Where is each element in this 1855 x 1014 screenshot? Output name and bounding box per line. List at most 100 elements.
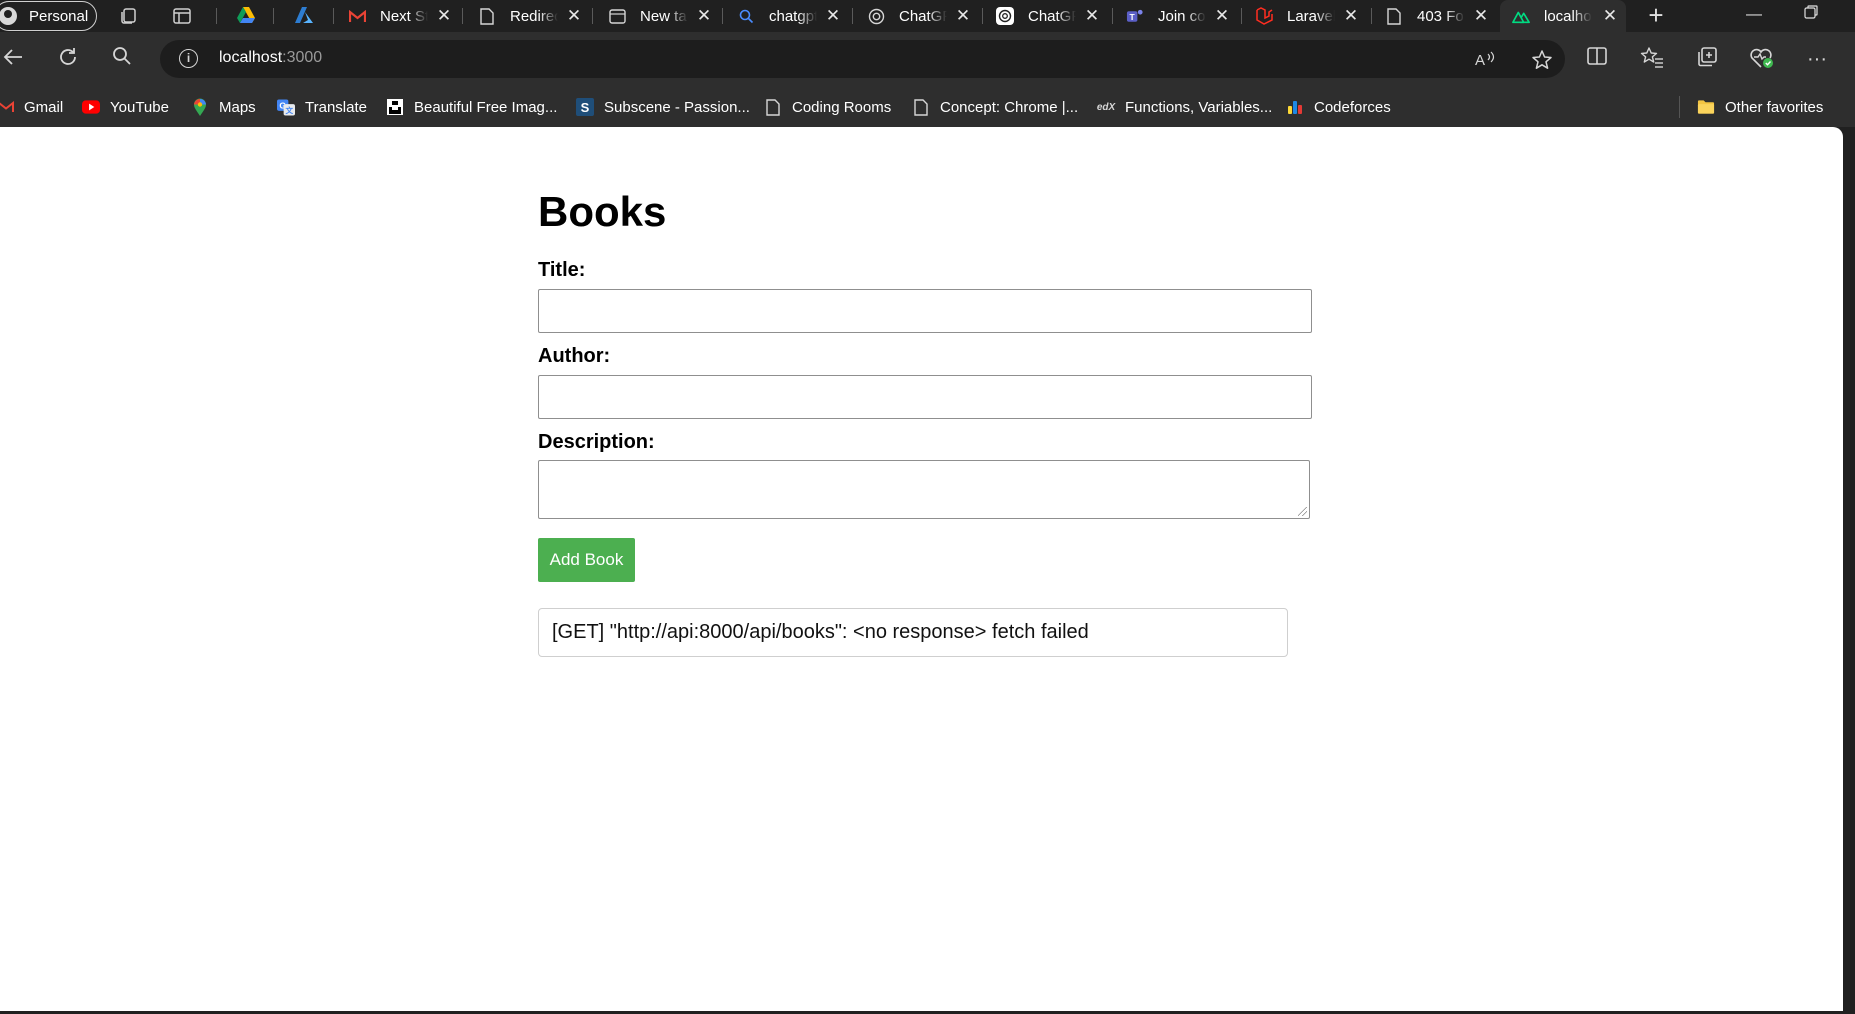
add-book-button[interactable]: Add Book	[538, 538, 635, 582]
favorite-label: Functions, Variables...	[1125, 98, 1273, 116]
favorite-codeforces[interactable]: Codeforces	[1286, 97, 1391, 117]
close-icon[interactable]: ✕	[1341, 6, 1361, 26]
tab-label: New ta	[640, 7, 687, 25]
collections-icon[interactable]	[1693, 46, 1721, 72]
chatgpt-icon	[867, 7, 885, 25]
favorite-functions-variables[interactable]: edX Functions, Variables...	[1097, 97, 1272, 117]
close-icon[interactable]: ✕	[434, 6, 454, 26]
favorite-label: Beautiful Free Imag...	[414, 98, 558, 116]
tab-separator	[592, 8, 593, 24]
new-tab-button[interactable]: +	[1643, 2, 1669, 28]
split-screen-icon[interactable]	[1583, 46, 1611, 72]
maps-icon	[191, 98, 209, 116]
tab-new-tab[interactable]: New ta ✕	[608, 0, 714, 32]
favorite-subscene[interactable]: S Subscene - Passion...	[576, 97, 750, 117]
favorite-unsplash[interactable]: Beautiful Free Imag...	[386, 97, 557, 117]
favorite-maps[interactable]: Maps	[191, 97, 256, 117]
favorite-label: Concept: Chrome |...	[940, 98, 1079, 116]
favorites-icon[interactable]	[1638, 46, 1666, 72]
author-input[interactable]	[538, 375, 1312, 419]
favorite-label: Maps	[219, 98, 256, 116]
favorite-label: Coding Rooms	[792, 98, 892, 116]
favorite-star-icon[interactable]	[1530, 49, 1554, 71]
tab-label: 403 For	[1417, 7, 1465, 25]
refresh-icon[interactable]	[55, 46, 81, 72]
tab-redirect[interactable]: Redirec ✕	[478, 0, 584, 32]
close-icon[interactable]: ✕	[564, 6, 584, 26]
read-aloud-icon[interactable]: A	[1473, 49, 1497, 71]
tab-join-teams[interactable]: T Join co ✕	[1126, 0, 1232, 32]
tab-label: Redirec	[510, 7, 558, 25]
close-icon[interactable]: ✕	[823, 6, 843, 26]
favorite-concept-chrome[interactable]: Concept: Chrome |...	[912, 97, 1078, 117]
favorite-gmail[interactable]: Gmail	[0, 97, 63, 117]
favorite-label: Subscene - Passion...	[604, 98, 750, 116]
favorites-bar: Gmail YouTube Maps G文 Translate Beautifu…	[0, 87, 1855, 127]
tab-chatgpt-search[interactable]: chatgpt ✕	[737, 0, 843, 32]
favorite-translate[interactable]: G文 Translate	[277, 97, 367, 117]
tab-403-forbidden[interactable]: 403 For ✕	[1385, 0, 1491, 32]
description-label: Description:	[538, 431, 655, 453]
workspaces-icon[interactable]	[118, 6, 140, 26]
resize-handle-icon[interactable]	[1298, 507, 1307, 516]
navigation-toolbar: i localhost:3000 A ···	[0, 32, 1855, 87]
tab-chatgpt-2[interactable]: ChatGP ✕	[996, 0, 1102, 32]
tab-label: Next St	[380, 7, 428, 25]
close-icon[interactable]: ✕	[1471, 6, 1491, 26]
tab-laravel[interactable]: Laravel ✕	[1255, 0, 1361, 32]
title-input[interactable]	[538, 289, 1312, 333]
url-port: :3000	[282, 49, 323, 66]
close-icon[interactable]: ✕	[953, 6, 973, 26]
favorite-label: YouTube	[110, 98, 169, 116]
back-icon[interactable]	[0, 46, 26, 72]
settings-more-icon[interactable]: ···	[1803, 46, 1831, 72]
favorite-coding-rooms[interactable]: Coding Rooms	[764, 97, 891, 117]
svg-text:T: T	[1130, 11, 1136, 21]
favorite-youtube[interactable]: YouTube	[82, 97, 169, 117]
avatar	[0, 7, 17, 25]
url-text[interactable]: localhost:3000	[219, 49, 322, 67]
tab-separator	[1371, 8, 1372, 24]
page-icon	[478, 7, 496, 25]
tab-next-steps[interactable]: Next St ✕	[348, 0, 454, 32]
google-drive-icon[interactable]	[235, 6, 257, 26]
site-info-icon[interactable]: i	[179, 49, 198, 68]
tab-actions-icon[interactable]	[171, 6, 193, 26]
description-textarea[interactable]	[538, 460, 1310, 519]
svg-text:A: A	[1475, 52, 1485, 69]
tab-separator	[982, 8, 983, 24]
tab-label: chatgpt	[769, 7, 817, 25]
tab-label: Join co	[1158, 7, 1206, 25]
tab-chatgpt-1[interactable]: ChatGP ✕	[867, 0, 973, 32]
new-tab-page-icon	[608, 7, 626, 25]
page-icon	[764, 98, 782, 116]
search-icon[interactable]	[109, 46, 135, 72]
url-host: localhost	[219, 49, 283, 66]
minimize-icon[interactable]: —	[1739, 4, 1769, 26]
subscene-icon: S	[576, 98, 594, 116]
profile-button[interactable]: Personal	[0, 1, 97, 31]
tab-label: ChatGP	[899, 7, 947, 25]
gmail-icon	[0, 98, 15, 116]
youtube-icon	[82, 98, 100, 116]
error-message: [GET] "http://api:8000/api/books": <no r…	[538, 608, 1288, 657]
tab-label: ChatGP	[1028, 7, 1076, 25]
close-icon[interactable]: ✕	[1082, 6, 1102, 26]
browser-essentials-icon[interactable]	[1748, 46, 1776, 72]
close-icon[interactable]: ✕	[694, 6, 714, 26]
author-label: Author:	[538, 345, 611, 367]
edx-icon: edX	[1096, 101, 1116, 113]
unsplash-icon	[386, 98, 404, 116]
other-favorites[interactable]: Other favorites	[1697, 97, 1823, 117]
restore-icon[interactable]	[1796, 4, 1826, 26]
tab-separator	[216, 8, 217, 24]
nuxt-icon	[1512, 7, 1530, 25]
tab-separator	[462, 8, 463, 24]
tab-localhost[interactable]: localho ✕	[1500, 0, 1626, 32]
close-icon[interactable]: ✕	[1212, 6, 1232, 26]
azure-icon[interactable]	[293, 6, 315, 26]
page-viewport: Books Title: Author: Description: Add Bo…	[0, 127, 1843, 1011]
close-icon[interactable]: ✕	[1600, 6, 1620, 26]
address-bar[interactable]: i localhost:3000 A	[160, 40, 1565, 78]
laravel-icon	[1255, 7, 1273, 25]
